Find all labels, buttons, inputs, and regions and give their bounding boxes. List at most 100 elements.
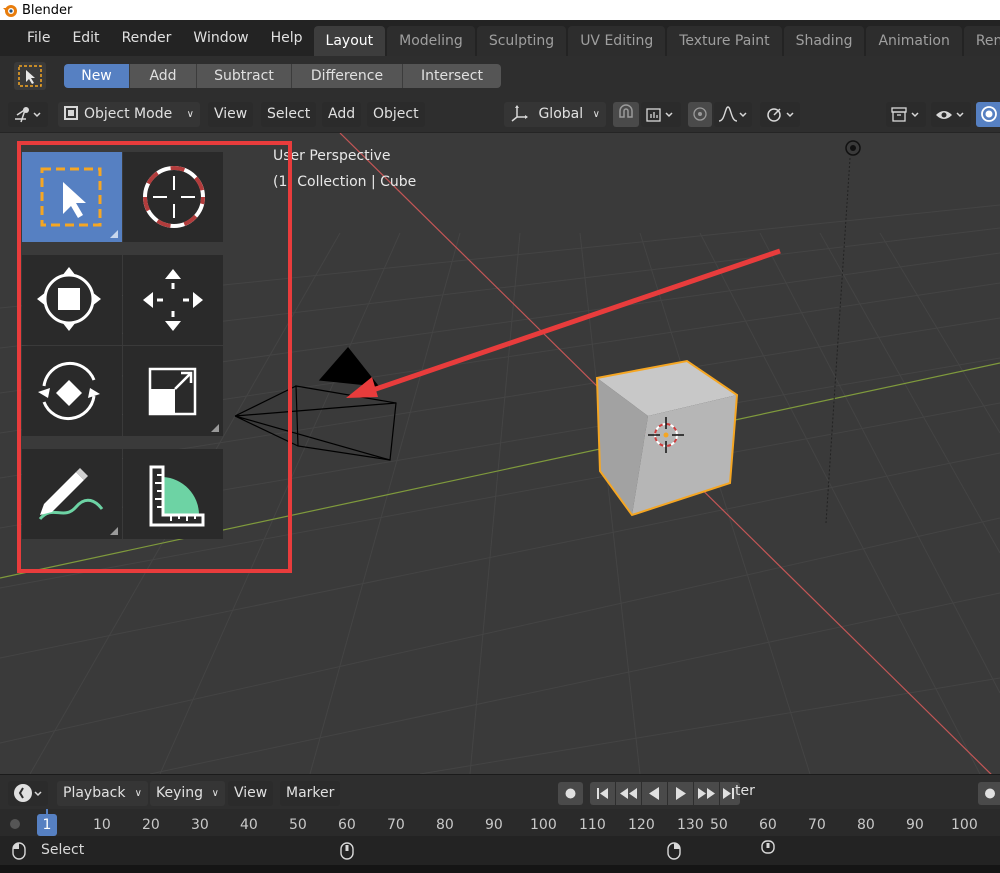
menu-render[interactable]: Render bbox=[111, 20, 183, 56]
play-button[interactable] bbox=[668, 782, 693, 805]
tab-modeling[interactable]: Modeling bbox=[387, 26, 475, 56]
jump-start-button[interactable] bbox=[590, 782, 615, 805]
top-menu-bar: File Edit Render Window Help Layout Mode… bbox=[0, 20, 1000, 56]
menu-window[interactable]: Window bbox=[182, 20, 259, 56]
falloff-curve-icon bbox=[718, 106, 747, 122]
fast-forward-icon bbox=[698, 788, 715, 799]
jump-start-icon bbox=[597, 788, 608, 799]
auto-keying-button[interactable] bbox=[978, 782, 1000, 805]
overlays-toggle[interactable] bbox=[976, 102, 1000, 127]
frame-tick-50: 50 bbox=[289, 817, 307, 833]
mode-difference-button[interactable]: Difference bbox=[292, 64, 403, 88]
frame-tick-90: 90 bbox=[485, 817, 503, 833]
mode-add-button[interactable]: Add bbox=[130, 64, 197, 88]
menu-select[interactable]: Select bbox=[261, 102, 317, 127]
frame-tick-70: 70 bbox=[387, 817, 405, 833]
tab-texture-paint[interactable]: Texture Paint bbox=[667, 26, 782, 56]
chevron-down-icon: ∨ bbox=[592, 109, 600, 120]
menu-object[interactable]: Object bbox=[367, 102, 425, 127]
menu-view[interactable]: View bbox=[208, 102, 254, 127]
play-reverse-icon bbox=[649, 787, 659, 800]
menu-file[interactable]: File bbox=[16, 20, 61, 56]
mouse-middle-icon bbox=[340, 842, 354, 860]
timeline-frame-ruler[interactable]: 1 10 20 30 40 50 60 70 80 90 100 110 120… bbox=[0, 809, 1000, 836]
current-frame-label: 1 bbox=[42, 817, 52, 833]
frame-tick-60: 60 bbox=[338, 817, 356, 833]
mouse-right-icon bbox=[667, 842, 681, 860]
frame-tick-right-70: 70 bbox=[808, 817, 826, 833]
timeline-partial-label: ter bbox=[735, 783, 755, 799]
global-axes-icon bbox=[511, 105, 528, 122]
frame-tick-right-60: 60 bbox=[759, 817, 777, 833]
tab-layout[interactable]: Layout bbox=[313, 26, 386, 56]
tab-animation[interactable]: Animation bbox=[866, 26, 962, 56]
window-title: Blender bbox=[22, 2, 73, 18]
chevron-down-icon: ∨ bbox=[186, 109, 194, 120]
proportional-edit-icon bbox=[693, 107, 707, 121]
object-types-visibility-dropdown[interactable] bbox=[760, 102, 800, 127]
view-object-types-dropdown[interactable] bbox=[886, 102, 926, 127]
annotation-arrow bbox=[346, 248, 781, 398]
jump-keyframe-back-button[interactable] bbox=[616, 782, 641, 805]
mode-new-button[interactable]: New bbox=[64, 64, 130, 88]
object-mode-dropdown[interactable]: Object Mode ∨ bbox=[58, 102, 200, 127]
frame-tick-130: 130 bbox=[677, 817, 704, 833]
menu-add[interactable]: Add bbox=[322, 102, 362, 127]
tab-uv-editing[interactable]: UV Editing bbox=[568, 26, 666, 56]
frame-tick-30: 30 bbox=[191, 817, 209, 833]
frame-tick-100: 100 bbox=[530, 817, 557, 833]
chevron-down-icon: ∨ bbox=[134, 788, 142, 799]
frame-tick-40: 40 bbox=[240, 817, 258, 833]
tab-sculpting[interactable]: Sculpting bbox=[476, 26, 567, 56]
timeline-marker-menu[interactable]: Marker bbox=[280, 781, 341, 806]
frame-tick-right-50: 50 bbox=[710, 817, 728, 833]
playhead-line bbox=[46, 809, 48, 814]
light-line bbox=[825, 157, 851, 524]
frame-tick-20: 20 bbox=[142, 817, 160, 833]
playback-label: Playback bbox=[63, 785, 126, 801]
keying-label: Keying bbox=[156, 785, 204, 801]
gizmo-icon bbox=[767, 108, 794, 122]
magnet-icon bbox=[619, 104, 633, 118]
status-select-label: Select bbox=[41, 842, 85, 858]
play-reverse-button[interactable] bbox=[642, 782, 667, 805]
tab-rendering[interactable]: Ren bbox=[963, 26, 1000, 56]
window-titlebar: Blender bbox=[0, 0, 1000, 20]
proportional-editing-toggle[interactable] bbox=[688, 102, 712, 127]
playback-menu[interactable]: Playback ∨ bbox=[57, 781, 148, 806]
editor-type-dropdown[interactable] bbox=[8, 102, 48, 127]
tab-shading[interactable]: Shading bbox=[783, 26, 865, 56]
archive-icon bbox=[891, 107, 919, 122]
frame-tick-110: 110 bbox=[579, 817, 606, 833]
timeline-scroll-handle[interactable] bbox=[10, 819, 20, 829]
keying-menu[interactable]: Keying ∨ bbox=[150, 781, 225, 806]
frame-tick-120: 120 bbox=[628, 817, 655, 833]
chevron-down-icon: ∨ bbox=[211, 788, 219, 799]
frame-tick-right-90: 90 bbox=[906, 817, 924, 833]
3d-viewport[interactable]: User Perspective (1) Collection | Cube bbox=[0, 133, 1000, 774]
pivot-point-button[interactable] bbox=[613, 102, 639, 127]
timeline-editor-type-dropdown[interactable] bbox=[8, 781, 48, 806]
jump-keyframe-forward-button[interactable] bbox=[694, 782, 719, 805]
select-box-icon bbox=[18, 65, 42, 87]
mode-intersect-button[interactable]: Intersect bbox=[403, 64, 501, 88]
highlight-box bbox=[17, 141, 292, 573]
show-gizmo-dropdown[interactable] bbox=[931, 102, 971, 127]
timeline-view-menu[interactable]: View bbox=[228, 781, 274, 806]
frame-tick-80: 80 bbox=[436, 817, 454, 833]
proportional-falloff-dropdown[interactable] bbox=[714, 102, 752, 127]
menu-help[interactable]: Help bbox=[260, 20, 314, 56]
mode-subtract-button[interactable]: Subtract bbox=[197, 64, 292, 88]
active-tool-indicator[interactable] bbox=[14, 62, 46, 90]
editor-type-icon bbox=[15, 107, 41, 123]
eye-icon bbox=[936, 111, 964, 119]
cube-object[interactable] bbox=[595, 359, 739, 517]
current-frame-indicator[interactable]: 1 bbox=[37, 814, 57, 836]
snap-target-dropdown[interactable] bbox=[641, 102, 681, 127]
record-icon bbox=[985, 788, 995, 799]
record-button[interactable] bbox=[558, 782, 583, 805]
light-object[interactable] bbox=[845, 140, 861, 156]
transform-orientation-dropdown[interactable]: Global ∨ bbox=[504, 102, 606, 127]
record-icon bbox=[565, 788, 576, 799]
menu-edit[interactable]: Edit bbox=[61, 20, 110, 56]
